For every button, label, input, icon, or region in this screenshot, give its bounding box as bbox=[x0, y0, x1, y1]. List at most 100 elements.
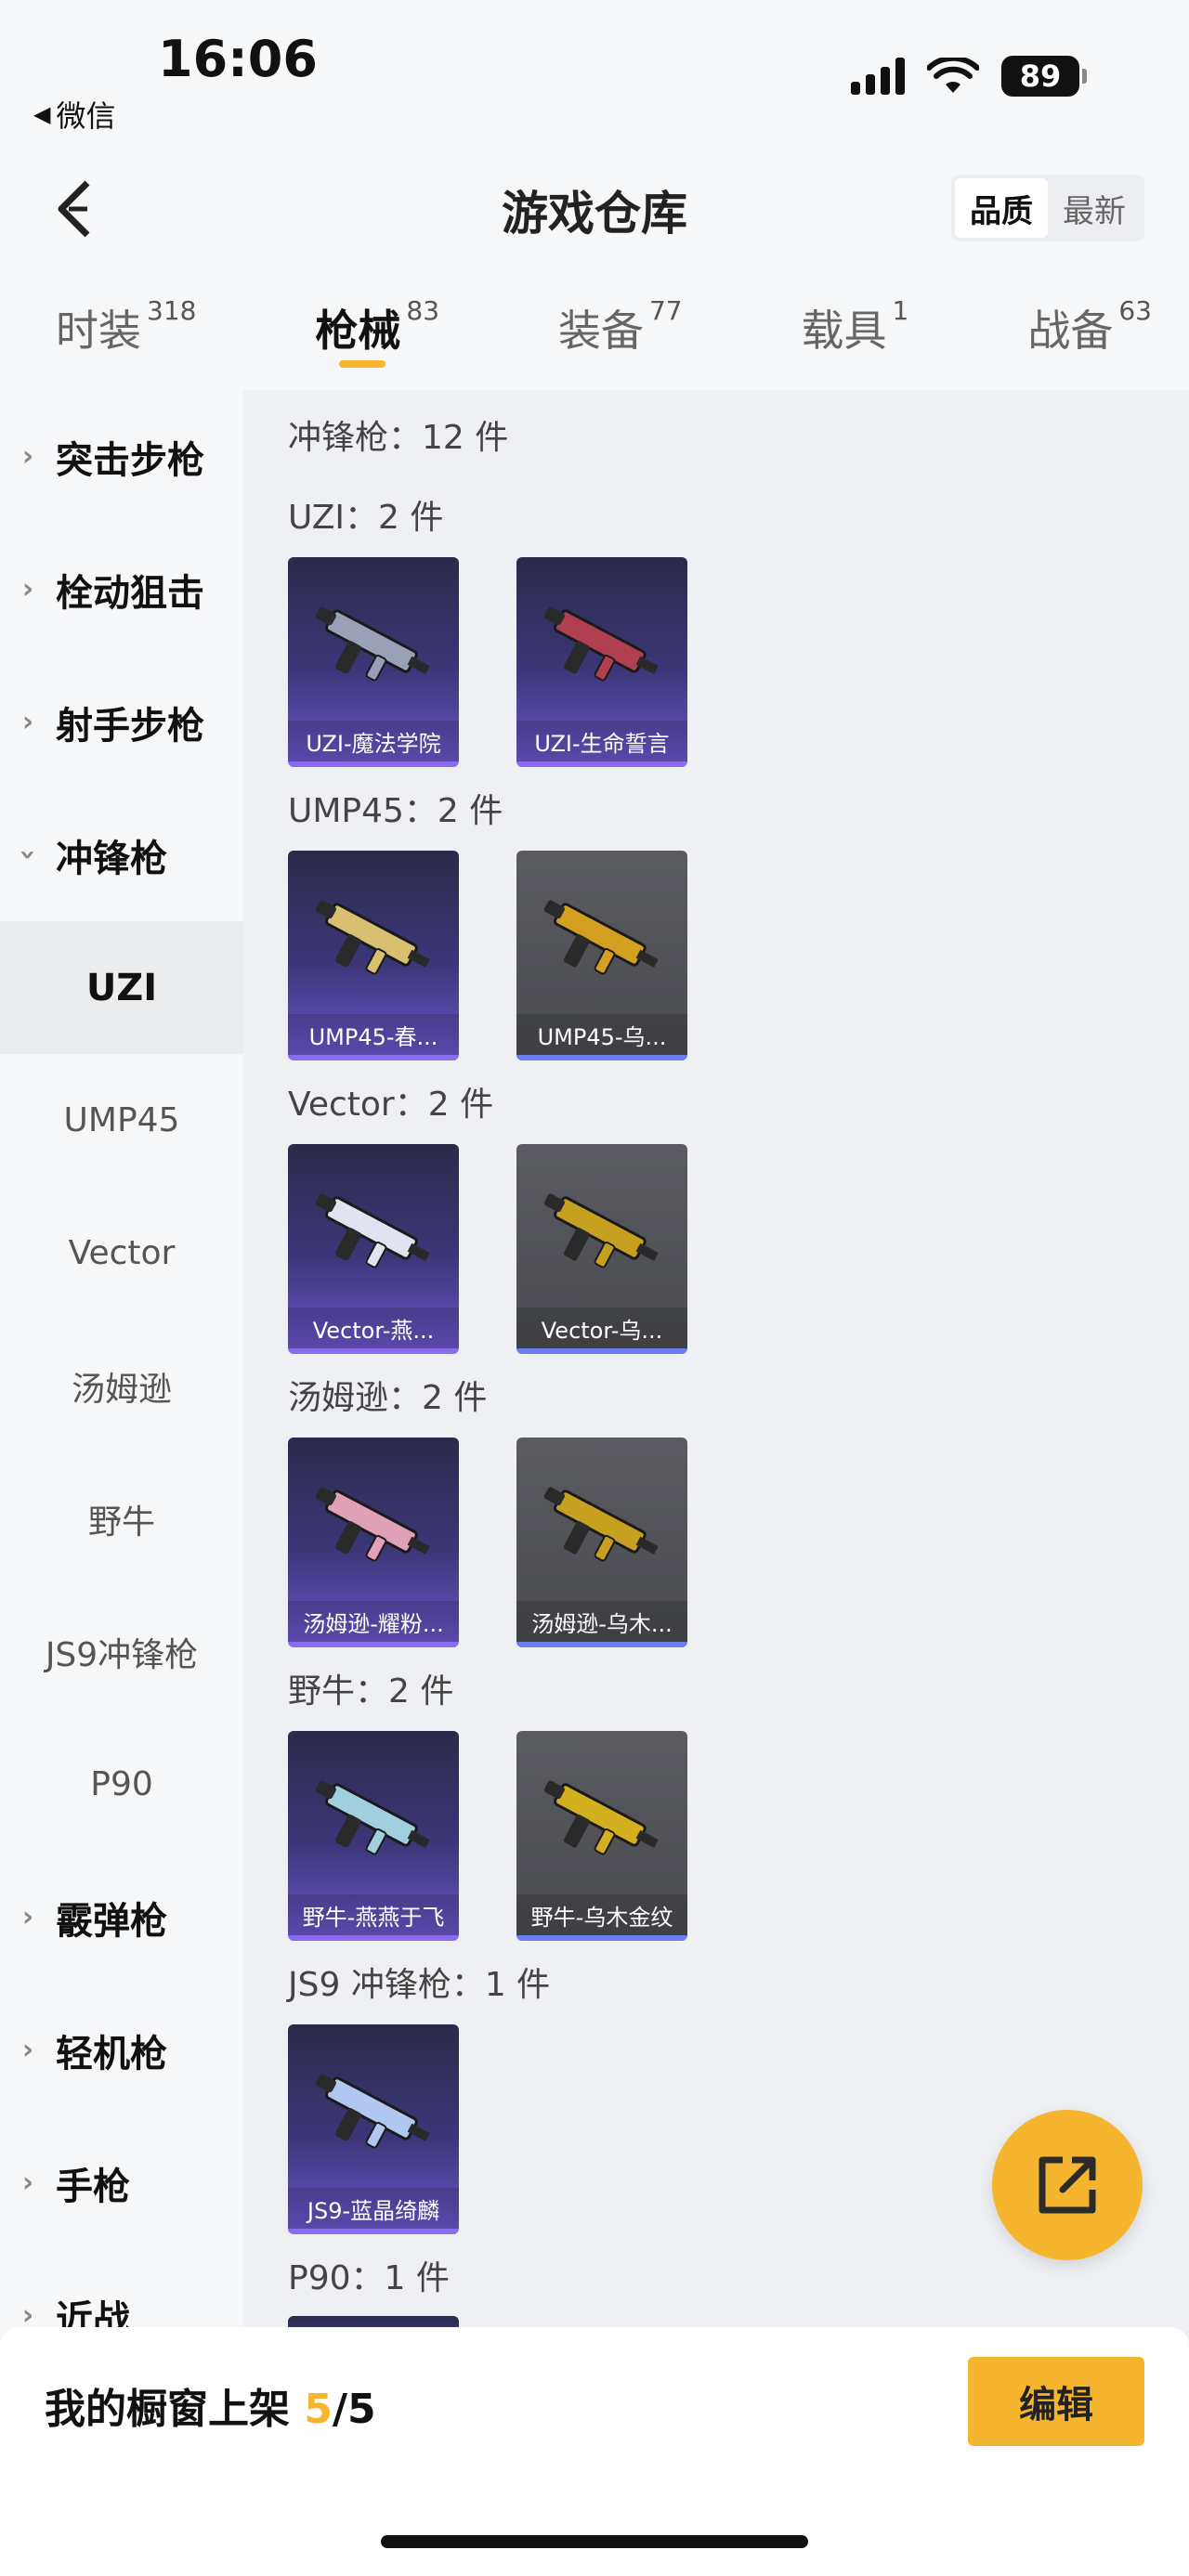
weapon-card[interactable]: UZI-魔法学院 bbox=[288, 557, 459, 767]
section-title: UMP45：2 件 bbox=[288, 792, 503, 830]
sort-newest-option[interactable]: 最新 bbox=[1048, 178, 1141, 238]
weapon-name: UMP45-春... bbox=[288, 1014, 459, 1055]
weapon-name: UZI-生命誓言 bbox=[516, 721, 687, 761]
showcase-label: 我的橱窗上架 5/5 bbox=[45, 2375, 376, 2435]
tab-label: 载具 bbox=[801, 306, 887, 356]
sidebar-group-bolt-sniper[interactable]: › 栓动狙击 bbox=[0, 523, 243, 656]
chevron-down-icon: › bbox=[11, 849, 45, 861]
weapon-image bbox=[303, 1768, 444, 1870]
weapon-image bbox=[303, 2062, 444, 2164]
weapon-card[interactable]: 野牛-乌木金纹 bbox=[516, 1731, 687, 1941]
weapon-card[interactable]: UZI-生命誓言 bbox=[516, 557, 687, 767]
sort-quality-option[interactable]: 品质 bbox=[955, 178, 1048, 238]
weapon-card[interactable]: 汤姆逊-耀粉... bbox=[288, 1438, 459, 1647]
weapon-card[interactable]: UMP45-春... bbox=[288, 851, 459, 1060]
sort-toggle: 品质 最新 bbox=[951, 175, 1144, 241]
edit-button[interactable]: 编辑 bbox=[968, 2357, 1144, 2446]
sidebar-group-assault-rifle[interactable]: › 突击步枪 bbox=[0, 390, 243, 523]
chevron-right-icon: › bbox=[21, 706, 34, 738]
weapon-card[interactable]: JS9-蓝晶绮麟 bbox=[288, 2024, 459, 2234]
smg-total-title: 冲锋枪：12 件 bbox=[288, 419, 509, 457]
item-grid: Vector-燕... Vector-乌... bbox=[288, 1144, 687, 1354]
sidebar-group-shotgun[interactable]: › 霰弹枪 bbox=[0, 1851, 243, 1984]
weapon-image bbox=[303, 1181, 444, 1283]
chevron-right-icon: › bbox=[21, 573, 34, 605]
weapon-card[interactable]: Vector-燕... bbox=[288, 1144, 459, 1354]
section-title: 野牛：2 件 bbox=[288, 1672, 454, 1711]
active-tab-indicator bbox=[339, 360, 386, 368]
sidebar-group-lmg[interactable]: › 轻机枪 bbox=[0, 1984, 243, 2116]
section-title: 汤姆逊：2 件 bbox=[288, 1379, 488, 1417]
tab-tactical[interactable]: 战备 63 bbox=[1027, 269, 1152, 390]
sidebar-group-label: 冲锋枪 bbox=[56, 837, 167, 880]
weapon-card[interactable]: 汤姆逊-乌木... bbox=[516, 1438, 687, 1647]
item-grid: UMP45-春... UMP45-乌... bbox=[288, 851, 687, 1060]
status-bar: 16:06 ◀ 微信 89 bbox=[0, 0, 1189, 149]
weapon-name: 野牛-乌木金纹 bbox=[516, 1894, 687, 1935]
weapon-name: Vector-燕... bbox=[288, 1308, 459, 1348]
tab-count: 77 bbox=[648, 295, 683, 326]
tab-label: 战备 bbox=[1027, 306, 1114, 356]
weapon-card[interactable]: 野牛-燕燕于飞 bbox=[288, 1731, 459, 1941]
tab-label: 时装 bbox=[56, 306, 141, 356]
back-triangle-icon: ◀ bbox=[33, 101, 51, 127]
chevron-right-icon: › bbox=[21, 440, 34, 473]
showcase-total: 5 bbox=[347, 2386, 376, 2433]
sidebar-group-pistol[interactable]: › 手枪 bbox=[0, 2116, 243, 2249]
back-to-app[interactable]: ◀ 微信 bbox=[33, 93, 115, 136]
weapon-name: JS9-蓝晶绮麟 bbox=[288, 2188, 459, 2229]
nav-bar: 游戏仓库 品质 最新 bbox=[0, 149, 1189, 269]
sidebar-group-marksman-rifle[interactable]: › 射手步枪 bbox=[0, 656, 243, 788]
weapon-card[interactable]: Vector-乌... bbox=[516, 1144, 687, 1354]
weapon-image bbox=[531, 1181, 673, 1283]
section-title: JS9 冲锋枪：1 件 bbox=[288, 1966, 551, 2004]
category-tabs: 时装 318 枪械 83 装备 77 载具 1 战备 63 bbox=[0, 269, 1189, 390]
sidebar-item-p90[interactable]: P90 bbox=[0, 1718, 243, 1851]
item-grid: JS9-蓝晶绮麟 bbox=[288, 2024, 459, 2234]
showcase-prefix: 我的橱窗上架 bbox=[45, 2386, 305, 2433]
sidebar-item-bizon[interactable]: 野牛 bbox=[0, 1452, 243, 1585]
tab-firearms[interactable]: 枪械 83 bbox=[315, 269, 439, 390]
sidebar-item-ump45[interactable]: UMP45 bbox=[0, 1054, 243, 1187]
chevron-right-icon: › bbox=[21, 1901, 34, 1933]
battery-level: 89 bbox=[1001, 56, 1079, 97]
weapon-name: 野牛-燕燕于飞 bbox=[288, 1894, 459, 1935]
sidebar-group-label: 霰弹枪 bbox=[56, 1899, 167, 1943]
weapon-image bbox=[531, 888, 673, 990]
tab-vehicles[interactable]: 载具 1 bbox=[802, 269, 909, 390]
tab-count: 83 bbox=[406, 295, 440, 326]
section-title: Vector：2 件 bbox=[288, 1086, 494, 1124]
weapon-name: UMP45-乌... bbox=[516, 1014, 687, 1055]
item-grid: UZI-魔法学院 UZI-生命誓言 bbox=[288, 557, 687, 767]
tab-label: 装备 bbox=[557, 306, 644, 356]
showcase-separator: / bbox=[332, 2386, 348, 2433]
back-app-label: 微信 bbox=[56, 98, 116, 134]
sidebar-group-label: 突击步枪 bbox=[56, 438, 204, 482]
wifi-icon bbox=[927, 58, 979, 93]
tab-equipment[interactable]: 装备 77 bbox=[558, 269, 683, 390]
tab-count: 1 bbox=[892, 295, 909, 326]
sidebar-group-smg[interactable]: › 冲锋枪 bbox=[0, 788, 243, 921]
sidebar-item-thompson[interactable]: 汤姆逊 bbox=[0, 1320, 243, 1452]
sidebar-group-label: 手枪 bbox=[56, 2165, 130, 2208]
tab-count: 318 bbox=[147, 295, 197, 326]
chevron-right-icon: › bbox=[21, 2166, 34, 2199]
weapon-card[interactable]: UMP45-乌... bbox=[516, 851, 687, 1060]
section-title: UZI：2 件 bbox=[288, 499, 444, 537]
weapon-image bbox=[531, 1475, 673, 1577]
sidebar-group-label: 射手步枪 bbox=[56, 704, 204, 748]
weapon-image bbox=[531, 594, 673, 696]
item-grid: 汤姆逊-耀粉... 汤姆逊-乌木... bbox=[288, 1438, 687, 1647]
tab-fashion[interactable]: 时装 318 bbox=[56, 269, 196, 390]
sidebar-item-js9[interactable]: JS9冲锋枪 bbox=[0, 1585, 243, 1718]
tab-label: 枪械 bbox=[315, 306, 401, 356]
sidebar-group-label: 轻机枪 bbox=[56, 2032, 167, 2075]
share-button[interactable] bbox=[992, 2110, 1143, 2260]
item-grid: 野牛-燕燕于飞 野牛-乌木金纹 bbox=[288, 1731, 687, 1941]
cellular-signal-icon bbox=[851, 58, 905, 95]
weapon-name: 汤姆逊-耀粉... bbox=[288, 1601, 459, 1642]
sidebar-item-vector[interactable]: Vector bbox=[0, 1187, 243, 1320]
sidebar-item-uzi[interactable]: UZI bbox=[0, 921, 243, 1054]
status-time: 16:06 bbox=[158, 30, 318, 88]
weapon-name: Vector-乌... bbox=[516, 1308, 687, 1348]
